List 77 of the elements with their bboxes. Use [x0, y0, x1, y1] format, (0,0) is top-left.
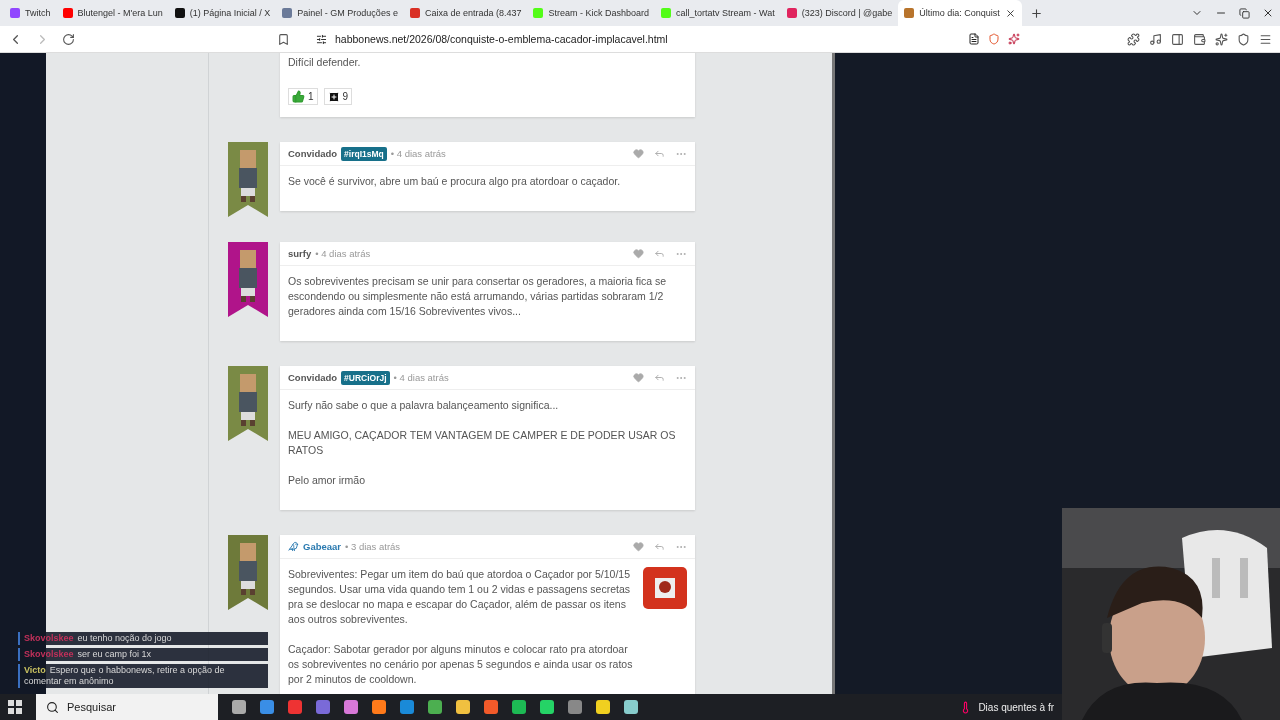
guest-tag: #URCiOrJj — [341, 370, 390, 385]
music-icon[interactable] — [1149, 32, 1162, 46]
like-icon[interactable] — [633, 147, 644, 159]
close-icon[interactable] — [1004, 7, 1016, 19]
chat-message: Skovolskee ser eu camp foi 1x — [18, 648, 268, 661]
url-text: habbonews.net/2026/08/conquiste-o-emblema-cacador-implacavel.html — [335, 33, 668, 45]
taskbar-app-icon[interactable] — [456, 700, 470, 714]
thumbs-up-icon — [292, 90, 305, 103]
shield-icon[interactable] — [1237, 32, 1250, 46]
like-icon[interactable] — [633, 371, 644, 383]
like-icon[interactable] — [633, 247, 644, 259]
comment-time: • 3 dias atrás — [345, 541, 401, 552]
reload-icon[interactable] — [62, 32, 75, 46]
plus-icon — [327, 90, 340, 103]
taskbar-app-icon[interactable] — [624, 700, 638, 714]
comment-text: Surfy não sabe o que a palavra balançeamento significa... — [288, 398, 560, 413]
sparkle-icon[interactable] — [1215, 32, 1228, 46]
taskbar-app-icon[interactable] — [372, 700, 386, 714]
comment-text: Sobreviventes: Pegar um item do baú que atordoa o Caçador por 5/10/15 segundos. Usar uma vida quando tem 1 ou 2 vidas e passagens secretas pra se deslocar no mapa e escapar do Caçador, além de passar os itens aos outros sobreviventes. — [288, 567, 632, 627]
start-icon[interactable] — [8, 700, 22, 714]
taskbar-app-icon[interactable] — [344, 700, 358, 714]
reaction-button[interactable]: 9 — [323, 88, 353, 105]
comment-text: MEU AMIGO, CAÇADOR TEM VANTAGEM DE CAMPER E DE PODER USAR OS RATOS — [288, 428, 677, 458]
browser-tab[interactable]: Painel - GM Produções e — [276, 0, 404, 26]
taskbar-app-icon[interactable] — [428, 700, 442, 714]
taskbar-app-icon[interactable] — [568, 700, 582, 714]
weather-widget[interactable]: Dias quentes à fr — [959, 700, 1054, 714]
browser-tab[interactable]: Último dia: Conquist — [898, 0, 1022, 26]
taskbar-app-icon[interactable] — [400, 700, 414, 714]
author-name[interactable]: Convidado — [288, 148, 338, 159]
reader-icon[interactable] — [968, 33, 980, 45]
author-name[interactable]: Convidado — [288, 372, 338, 383]
taskbar-app-icon[interactable] — [288, 700, 302, 714]
comment-time: • 4 dias atrás — [315, 248, 371, 259]
sparkle-icon[interactable] — [1008, 33, 1020, 45]
chat-message: Victo Espero que o habbonews, retire a opção de comentar em anônimo — [18, 664, 268, 688]
author-name[interactable]: Gabeaar — [303, 541, 342, 552]
like-icon[interactable] — [633, 540, 644, 552]
taskbar-app-icon[interactable] — [540, 700, 554, 714]
badge-item-icon — [643, 567, 687, 609]
browser-tab[interactable]: Twitch — [4, 0, 57, 26]
guest-tag: #irqI1sMq — [341, 146, 387, 161]
browser-tab[interactable]: call_tortatv Stream - Wat — [655, 0, 781, 26]
sidebar-icon[interactable] — [1171, 32, 1184, 46]
browser-tab[interactable]: Blutengel - M'era Lun — [56, 0, 169, 26]
search-field[interactable]: Pesquisar — [36, 694, 218, 720]
taskbar-app-icon[interactable] — [484, 700, 498, 714]
search-icon — [46, 700, 59, 714]
taskbar-app-icon[interactable] — [512, 700, 526, 714]
taskbar-app-icon[interactable] — [260, 700, 274, 714]
browser-tab[interactable]: (1) Página Inicial / X — [168, 0, 277, 26]
extensions-icon[interactable] — [1127, 32, 1140, 46]
taskbar-app-icon[interactable] — [596, 700, 610, 714]
taskbar-app-icon[interactable] — [316, 700, 330, 714]
browser-tab[interactable]: Stream - Kick Dashboard — [527, 0, 655, 26]
reaction-button[interactable]: 1 — [288, 88, 318, 105]
wallet-icon[interactable] — [1193, 32, 1206, 46]
comment-text: Os sobreviventes precisam se unir para consertar os geradores, a maioria fica se escondendo ou simplesmente não está arrumando, várias partidas sobraram 1/2 geradores ainda com 15/16 Sobreviventes vivos... — [288, 274, 668, 319]
browser-tab[interactable]: (323) Discord | @gabe — [780, 0, 899, 26]
restore-icon[interactable] — [1239, 7, 1250, 19]
comment-time: • 4 dias atrás — [390, 148, 446, 159]
browser-tab[interactable]: Caixa de entrada (8.437 — [403, 0, 528, 26]
author-name[interactable]: surfy — [288, 248, 312, 259]
site-settings-icon — [316, 33, 327, 45]
new-tab-icon[interactable] — [1029, 6, 1043, 20]
taskbar-app-icon[interactable] — [232, 700, 246, 714]
bookmark-icon[interactable] — [277, 32, 290, 46]
close-icon[interactable] — [1262, 7, 1274, 19]
comment-time: • 4 dias atrás — [393, 372, 449, 383]
menu-icon[interactable] — [1259, 32, 1272, 46]
comment-text: Caçador: Sabotar gerador por alguns minutos e colocar rato pra atordoar os sobreviventes no cenário por apenas 5 segundos e ainda usar os ratos por 2 minutos de cooldown. — [288, 642, 634, 687]
comment-text: Difícil defender. — [288, 55, 362, 70]
chat-message: Skovolskee eu tenho noção do jogo — [18, 632, 268, 645]
bird-icon — [288, 541, 299, 552]
comment-text: Pelo amor irmão — [288, 473, 367, 488]
comment-text: Se você é survivor, abre um baú e procura algo pra atordoar o caçador. — [288, 174, 622, 189]
shield-icon[interactable] — [988, 33, 1000, 45]
